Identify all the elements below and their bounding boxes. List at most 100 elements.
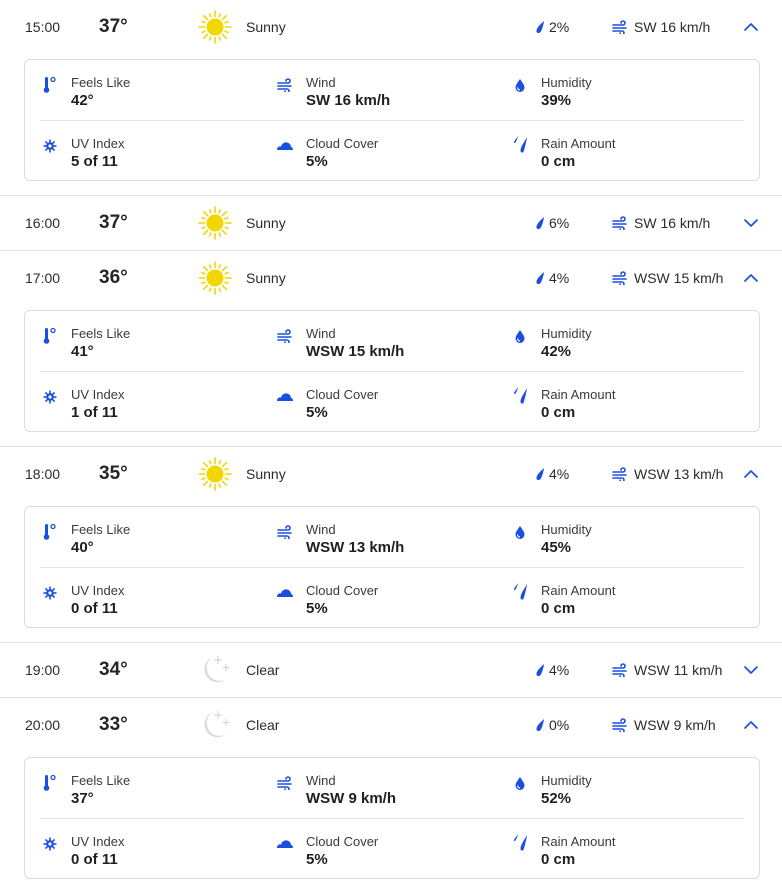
hour-row[interactable]: 17:00 36° Sunny 4% WSW 15 km/h [0, 251, 782, 305]
detail-value: 0 cm [541, 404, 576, 421]
hour-details-panel: Feels Like 37° Wind WSW 9 km/h Humidity … [24, 757, 760, 879]
hour-item: 19:00 34° Clear 4% WSW 11 km/h [0, 643, 782, 698]
detail-label: UV Index [71, 136, 125, 151]
humidity-drop-icon [511, 523, 529, 541]
detail-value: 0 of 11 [71, 851, 118, 868]
uv-sun-icon [41, 137, 59, 155]
hour-condition: Sunny [246, 19, 286, 35]
detail-value: 5% [306, 851, 328, 868]
detail-label: Feels Like [71, 75, 131, 90]
collapse-chevron-up-icon[interactable] [742, 465, 760, 483]
detail-label: Wind [306, 326, 336, 341]
detail-label: UV Index [71, 583, 125, 598]
detail-label: Humidity [541, 773, 592, 788]
hour-details-panel: Feels Like 41° Wind WSW 15 km/h Humidity… [24, 310, 760, 432]
expand-chevron-down-icon[interactable] [742, 661, 760, 679]
detail-value: WSW 15 km/h [306, 343, 405, 360]
hour-condition: Clear [246, 662, 280, 678]
hour-temperature: 36° [99, 267, 128, 288]
hour-precipitation: 4% [535, 662, 569, 678]
hour-row[interactable]: 16:00 37° Sunny 6% SW 16 km/h [0, 196, 782, 250]
hour-temperature: 33° [99, 714, 128, 735]
detail-value: 45% [541, 539, 572, 556]
detail-value: 5% [306, 600, 328, 617]
hour-row[interactable]: 18:00 35° Sunny 4% WSW 13 km/h [0, 447, 782, 501]
wind-value: WSW 13 km/h [634, 466, 724, 482]
detail-value: 41° [71, 343, 94, 360]
thermometer-icon [41, 523, 59, 541]
detail-value: 42% [541, 343, 572, 360]
wind-icon [276, 327, 294, 345]
detail-label: Cloud Cover [306, 834, 379, 849]
hour-item: 18:00 35° Sunny 4% WSW 13 km/h Feels Lik… [0, 447, 782, 643]
hour-row[interactable]: 15:00 37° Sunny 2% SW 16 km/h [0, 0, 782, 54]
wind-value: SW 16 km/h [634, 215, 711, 231]
sun-icon [198, 10, 232, 44]
rain-icon [511, 387, 529, 406]
hour-item: 16:00 37° Sunny 6% SW 16 km/h [0, 196, 782, 251]
detail-value: 0 cm [541, 600, 576, 617]
detail-value: 5% [306, 404, 328, 421]
detail-label: Feels Like [71, 326, 131, 341]
hour-row[interactable]: 19:00 34° Clear 4% WSW 11 km/h [0, 643, 782, 697]
raindrop-icon [536, 719, 544, 732]
wind-icon [276, 774, 294, 792]
thermometer-icon [41, 327, 59, 345]
detail-label: Rain Amount [541, 136, 616, 151]
expand-chevron-down-icon[interactable] [742, 214, 760, 232]
detail-value: 42° [71, 92, 94, 109]
hour-details-panel: Feels Like 42° Wind SW 16 km/h Humidity … [24, 59, 760, 181]
precipitation-value: 4% [549, 466, 570, 482]
hour-row[interactable]: 20:00 33° Clear 0% WSW 9 km/h [0, 698, 782, 752]
hour-wind: WSW 13 km/h [612, 466, 723, 482]
detail-label: Rain Amount [541, 387, 616, 402]
wind-icon [276, 76, 294, 94]
detail-label: Cloud Cover [306, 583, 379, 598]
precipitation-value: 4% [549, 270, 570, 286]
detail-label: Rain Amount [541, 834, 616, 849]
hour-condition: Sunny [246, 466, 286, 482]
detail-value: 5 of 11 [71, 153, 118, 170]
rain-icon [511, 136, 529, 155]
cloud-icon [276, 137, 294, 155]
hour-time: 18:00 [25, 466, 61, 482]
wind-icon [276, 523, 294, 541]
uv-sun-icon [41, 388, 59, 406]
wind-icon [612, 20, 627, 34]
detail-value: 52% [541, 790, 572, 807]
collapse-chevron-up-icon[interactable] [742, 716, 760, 734]
hour-time: 15:00 [25, 19, 61, 35]
sun-icon [198, 206, 232, 240]
humidity-drop-icon [511, 774, 529, 792]
hour-temperature: 37° [99, 212, 128, 233]
rain-icon [511, 583, 529, 602]
hour-temperature: 34° [99, 659, 128, 680]
raindrop-icon [536, 21, 544, 34]
detail-label: Wind [306, 522, 336, 537]
sun-icon [198, 261, 232, 295]
cloud-icon [276, 835, 294, 853]
hour-condition: Clear [246, 717, 280, 733]
thermometer-icon [41, 76, 59, 94]
hour-time: 17:00 [25, 270, 61, 286]
hour-temperature: 35° [99, 463, 128, 484]
hourly-forecast-list: 15:00 37° Sunny 2% SW 16 km/h Feels Like… [0, 0, 782, 879]
thermometer-icon [41, 774, 59, 792]
raindrop-icon [536, 468, 544, 481]
collapse-chevron-up-icon[interactable] [742, 269, 760, 287]
moon-icon [198, 653, 232, 687]
wind-value: WSW 11 km/h [634, 662, 723, 678]
wind-icon [612, 718, 627, 732]
hour-precipitation: 4% [535, 270, 569, 286]
hour-item: 15:00 37° Sunny 2% SW 16 km/h Feels Like… [0, 0, 782, 196]
raindrop-icon [536, 272, 544, 285]
precipitation-value: 0% [549, 717, 570, 733]
detail-label: Cloud Cover [306, 387, 379, 402]
rain-icon [511, 834, 529, 853]
detail-value: 0 cm [541, 851, 576, 868]
detail-value: 5% [306, 153, 328, 170]
wind-icon [612, 663, 627, 677]
collapse-chevron-up-icon[interactable] [742, 18, 760, 36]
detail-value: SW 16 km/h [306, 92, 391, 109]
hour-precipitation: 0% [535, 717, 569, 733]
